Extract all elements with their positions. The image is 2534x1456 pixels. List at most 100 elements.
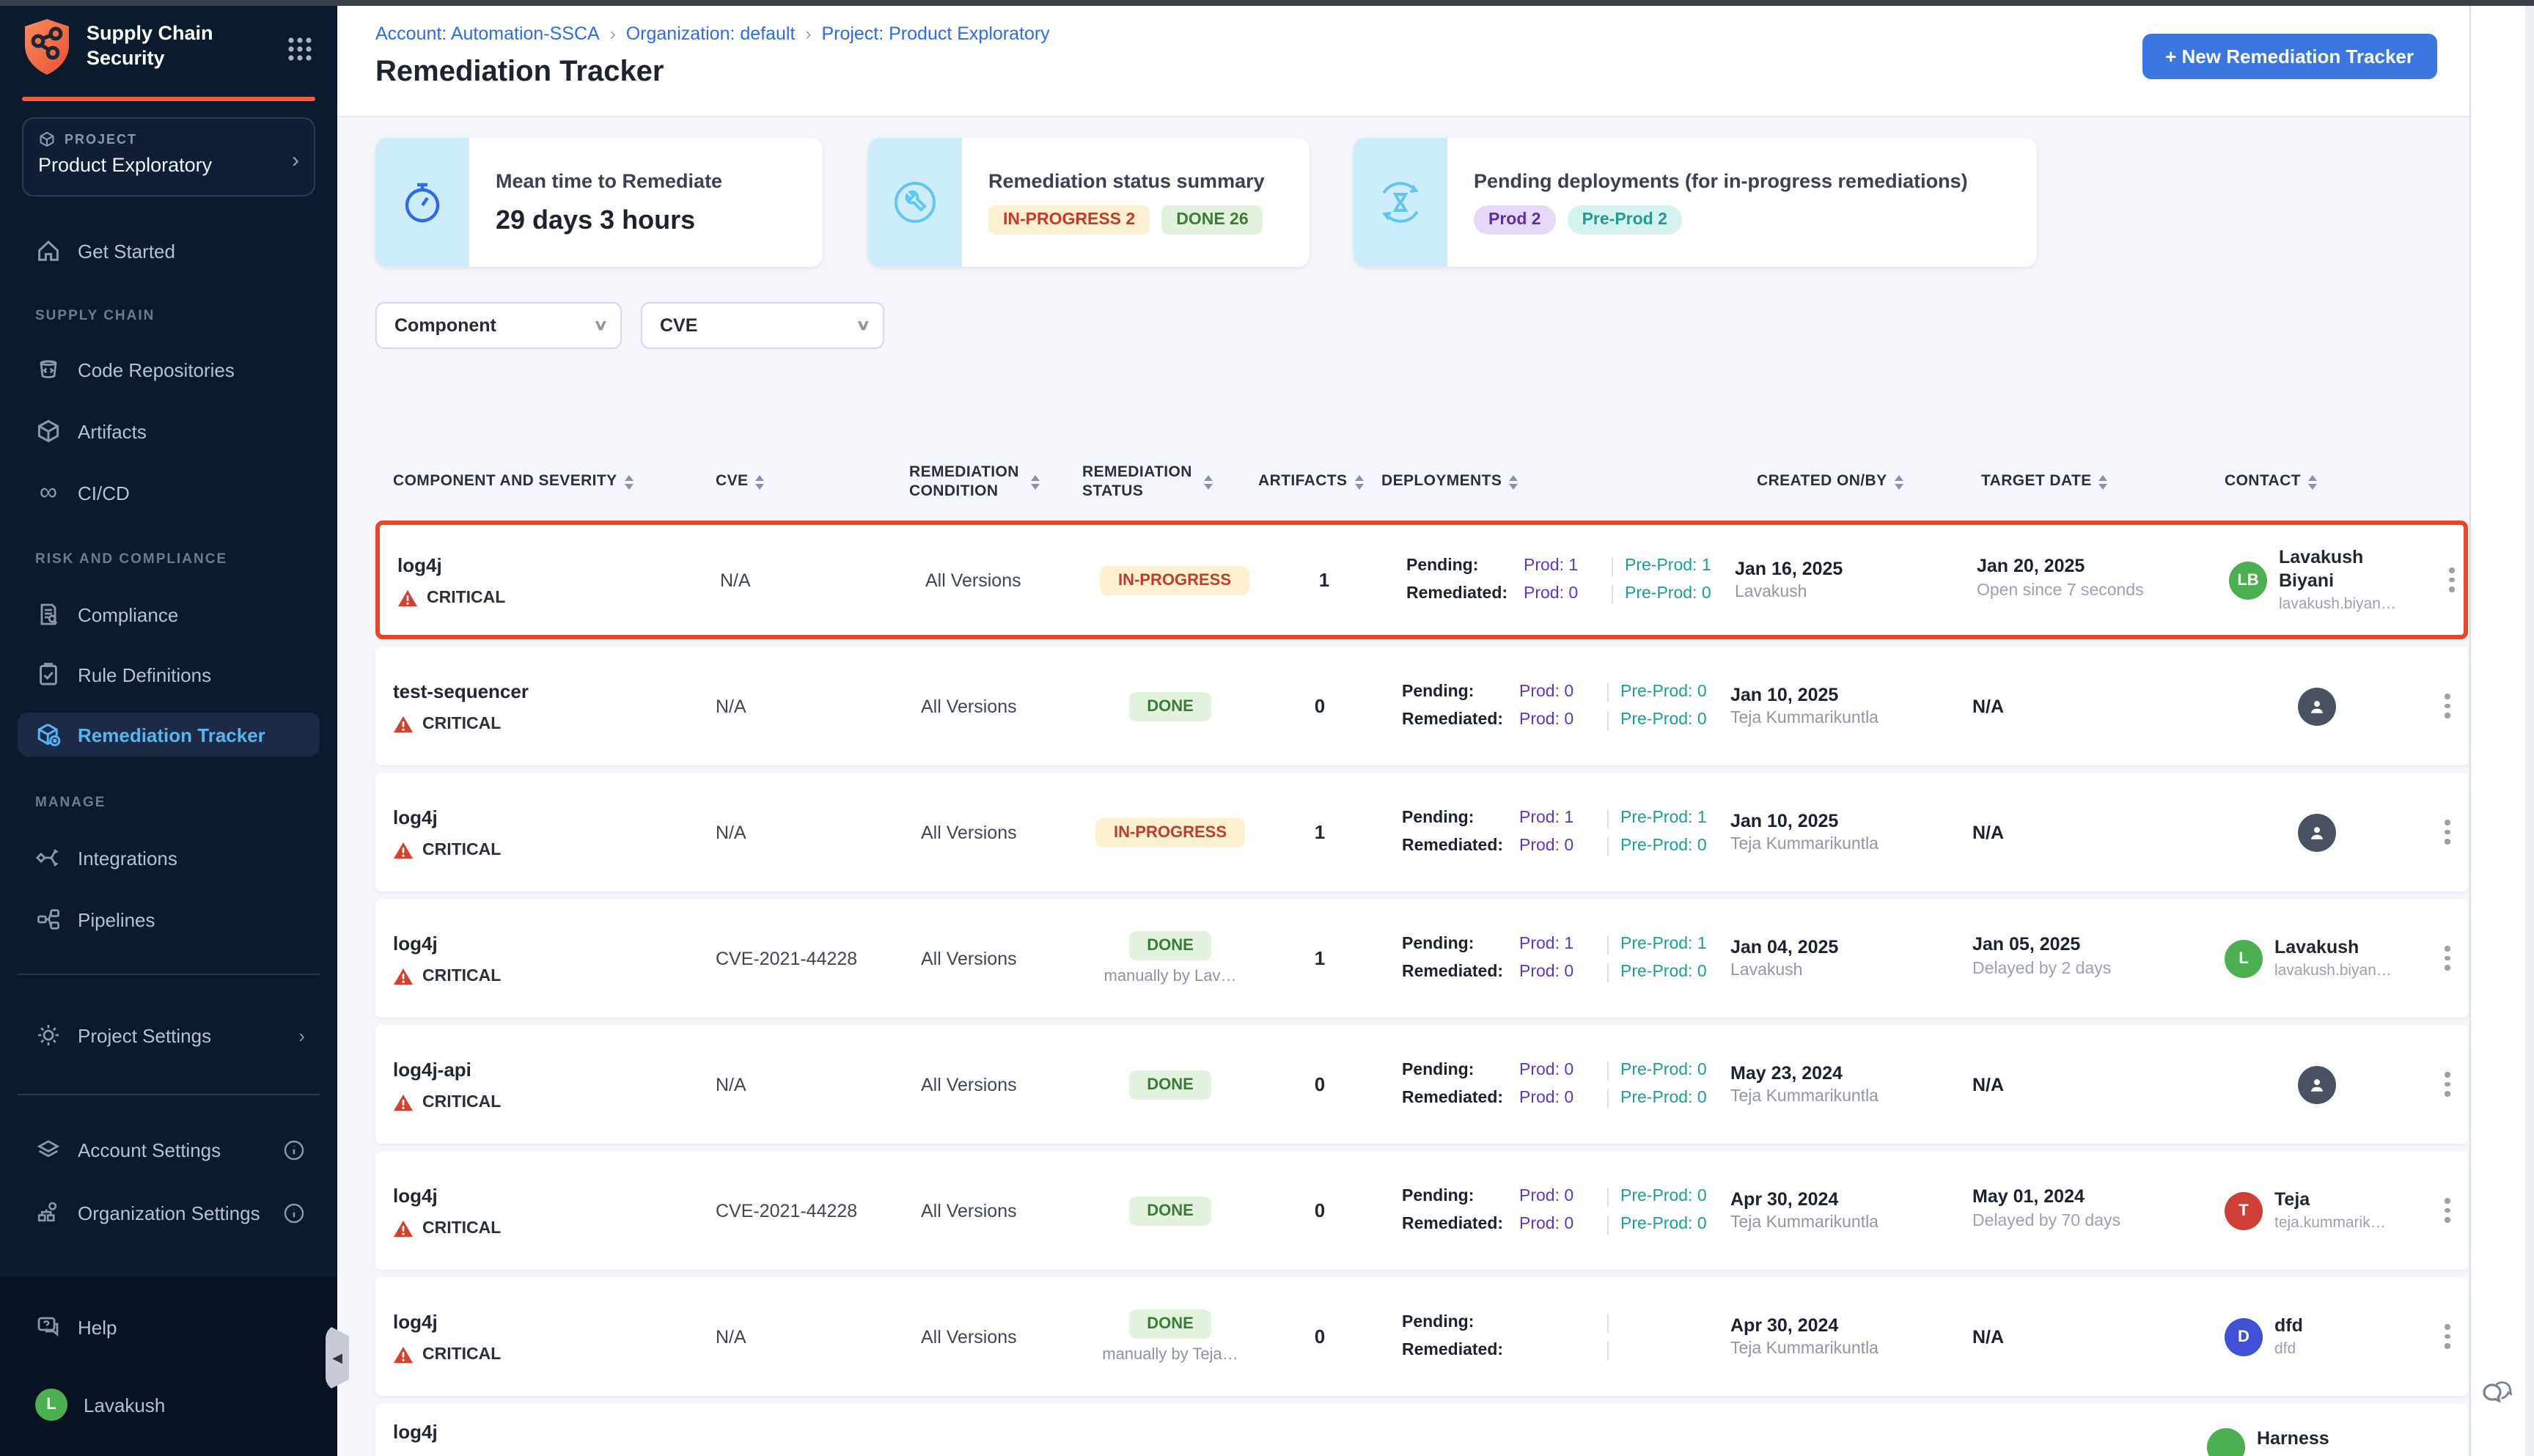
module-grid-icon[interactable] xyxy=(286,35,314,63)
section-supply-chain: SUPPLY CHAIN xyxy=(35,308,155,324)
sidebar-item-artifacts[interactable]: Artifacts xyxy=(18,409,320,453)
status-badge: DONE xyxy=(1129,931,1211,960)
chevron-right-icon: › xyxy=(298,1024,305,1046)
pending-preprod: Pre-Prod: 0 xyxy=(1620,1062,1707,1079)
sidebar-item-remediation-tracker[interactable]: Remediation Tracker xyxy=(18,713,320,757)
avatar: T xyxy=(2225,1191,2263,1229)
sidebar-item-organization-settings[interactable]: Organization Settings xyxy=(18,1191,320,1235)
critical-severity-icon xyxy=(393,1345,414,1363)
created-date: May 23, 2024 xyxy=(1730,1063,1972,1084)
avatar: L xyxy=(2225,939,2263,977)
remediated-preprod: Pre-Prod: 0 xyxy=(1620,1089,1707,1107)
browser-top-strip xyxy=(0,0,2534,6)
divider xyxy=(1607,837,1609,856)
component-name: log4j-api xyxy=(393,1058,704,1080)
table-row[interactable]: log4j CRITICAL N/A All Versions IN-PROGR… xyxy=(375,773,2468,891)
table-row[interactable]: log4j CRITICAL N/A All Versions DONE man… xyxy=(375,1277,2468,1396)
breadcrumb-organization[interactable]: Organization: default xyxy=(626,23,796,44)
component-name: log4j xyxy=(393,1184,704,1206)
deployments-cell: Pending:Prod: 1Pre-Prod: 1 Remediated:Pr… xyxy=(1381,899,1730,1018)
critical-severity-icon xyxy=(397,589,418,606)
pending-label: Pending: xyxy=(1402,935,1519,953)
breadcrumb-account[interactable]: Account: Automation-SSCA xyxy=(375,23,600,44)
critical-severity-icon xyxy=(393,841,414,858)
critical-severity-icon xyxy=(393,715,414,732)
created-cell: Jan 10, 2025 Teja Kummarikuntla xyxy=(1730,647,1972,765)
divider xyxy=(1607,963,1609,982)
table-row[interactable]: log4j CRITICAL CVE-2021-44228 All Versio… xyxy=(375,899,2468,1018)
created-cell: Apr 30, 2024 Teja Kummarikuntla xyxy=(1730,1151,1972,1270)
target-note: Delayed by 2 days xyxy=(1972,959,2148,982)
contact-email: dfd xyxy=(2274,1341,2409,1358)
remediated-label: Remediated: xyxy=(1402,711,1519,729)
cve-value: CVE-2021-44228 xyxy=(716,948,909,968)
scrollbar-track[interactable] xyxy=(2525,6,2534,1456)
shield-logo-icon xyxy=(21,18,73,76)
contact-cell xyxy=(2207,1025,2427,1144)
row-menu-button[interactable] xyxy=(2427,1277,2468,1396)
support-chat-icon[interactable] xyxy=(2480,1375,2515,1411)
app-title: Supply Chain Security xyxy=(87,22,248,72)
app-logo[interactable]: Supply Chain Security xyxy=(21,18,248,76)
sidebar-item-label: Account Settings xyxy=(78,1139,221,1161)
info-icon[interactable] xyxy=(283,1202,305,1224)
row-menu-button[interactable] xyxy=(2427,899,2468,1018)
table-row[interactable]: log4j CRITICAL N/A All Versions IN-PROGR… xyxy=(375,521,2468,639)
severity-label: CRITICAL xyxy=(427,589,505,606)
sidebar-item-help[interactable]: Help xyxy=(18,1305,320,1349)
remediated-label: Remediated: xyxy=(1402,1342,1519,1359)
component-cell: log4j CRITICAL xyxy=(393,1151,704,1270)
contact-email: lavakush.biyan… xyxy=(2274,963,2409,980)
breadcrumb-separator: › xyxy=(805,23,811,44)
sidebar-item-integrations[interactable]: Integrations xyxy=(18,836,320,880)
contact-cell xyxy=(2207,773,2427,891)
contact-name: dfd xyxy=(2274,1315,2409,1337)
artifacts-cell: 1 xyxy=(1263,525,1386,635)
row-menu-button[interactable] xyxy=(2427,1025,2468,1144)
sidebar-item-pipelines[interactable]: Pipelines xyxy=(18,897,320,941)
component-name: test-sequencer xyxy=(393,680,704,702)
remediated-label: Remediated: xyxy=(1402,963,1519,981)
sidebar-item-cicd[interactable]: ∞ CI/CD xyxy=(18,471,320,515)
created-cell: Jan 10, 2025 Teja Kummarikuntla xyxy=(1730,773,1972,891)
row-menu-button[interactable] xyxy=(2431,525,2469,635)
sidebar-item-code-repositories[interactable]: Code Repositories xyxy=(18,348,320,391)
table-row[interactable]: log4j-api CRITICAL N/A All Versions DONE… xyxy=(375,1025,2468,1144)
status-badge: IN-PROGRESS xyxy=(1101,565,1249,595)
status-badge: IN-PROGRESS xyxy=(1096,817,1244,847)
sidebar-item-compliance[interactable]: Compliance xyxy=(18,592,320,636)
component-cell: log4j CRITICAL xyxy=(397,525,708,635)
remediated-prod: Prod: 0 xyxy=(1519,1089,1595,1107)
table-row-partial[interactable]: log4j Harness xyxy=(375,1403,2468,1456)
sidebar-item-account-settings[interactable]: Account Settings xyxy=(18,1128,320,1172)
project-selector[interactable]: PROJECT Product Exploratory › xyxy=(22,117,315,196)
condition-cell: All Versions xyxy=(909,773,1082,891)
row-menu-button[interactable] xyxy=(2427,773,2468,891)
cve-value: N/A xyxy=(716,822,909,842)
critical-severity-icon xyxy=(393,1219,414,1237)
breadcrumb: Account: Automation-SSCA › Organization:… xyxy=(375,23,1050,44)
sidebar-item-get-started[interactable]: Get Started xyxy=(18,229,320,273)
created-date: Apr 30, 2024 xyxy=(1730,1189,1972,1210)
sidebar-item-project-settings[interactable]: Project Settings › xyxy=(18,1013,320,1057)
info-icon[interactable] xyxy=(283,1139,305,1161)
user-menu[interactable]: L Lavakush xyxy=(18,1383,320,1427)
table-row[interactable]: log4j CRITICAL CVE-2021-44228 All Versio… xyxy=(375,1151,2468,1270)
new-remediation-tracker-button[interactable]: + New Remediation Tracker xyxy=(2142,34,2437,79)
sidebar-item-rule-definitions[interactable]: Rule Definitions xyxy=(18,652,320,696)
deployments-cell: Pending: Remediated: xyxy=(1381,1277,1730,1396)
code-repo-icon xyxy=(35,356,62,383)
row-menu-button[interactable] xyxy=(2427,1151,2468,1270)
component-cell: log4j CRITICAL xyxy=(393,899,704,1018)
row-menu-button[interactable] xyxy=(2427,647,2468,765)
avatar: LB xyxy=(2229,561,2267,599)
condition-cell: All Versions xyxy=(914,525,1087,635)
breadcrumb-project[interactable]: Project: Product Exploratory xyxy=(821,23,1049,44)
component-name: log4j xyxy=(393,1310,704,1332)
pending-preprod: Pre-Prod: 0 xyxy=(1620,1188,1707,1205)
sidebar-item-label: Artifacts xyxy=(78,420,147,442)
table-row[interactable]: test-sequencer CRITICAL N/A All Versions… xyxy=(375,647,2468,765)
condition-value: All Versions xyxy=(921,696,1082,716)
severity-label: CRITICAL xyxy=(422,715,501,732)
critical-severity-icon xyxy=(393,1093,414,1111)
